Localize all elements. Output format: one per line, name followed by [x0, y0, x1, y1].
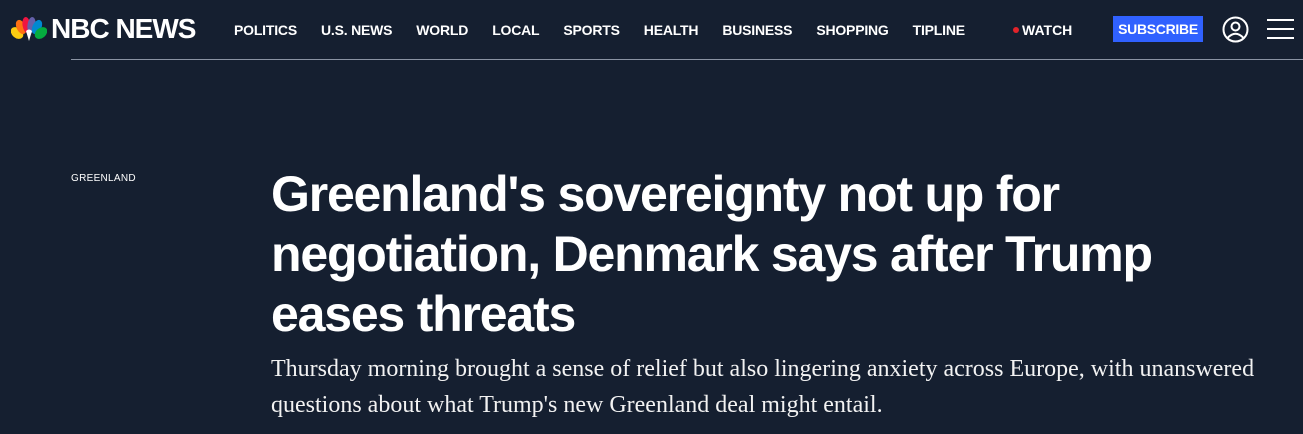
logo-text: NBC NEWS [51, 13, 196, 44]
header-divider [71, 59, 1303, 60]
subscribe-button[interactable]: SUBSCRIBE [1113, 16, 1203, 42]
nav-item-health[interactable]: HEALTH [644, 22, 699, 38]
live-dot-icon [1013, 27, 1019, 33]
section-label[interactable]: GREENLAND [71, 173, 136, 184]
nav-item-shopping[interactable]: SHOPPING [816, 22, 889, 38]
nav-item-business[interactable]: BUSINESS [722, 22, 792, 38]
main-nav: POLITICS U.S. NEWS WORLD LOCAL SPORTS HE… [234, 19, 989, 41]
watch-link[interactable]: WATCH [1013, 19, 1072, 41]
article-headline: Greenland's sovereignty not up for negot… [271, 166, 1153, 342]
nav-item-sports[interactable]: SPORTS [563, 22, 620, 38]
watch-label: WATCH [1022, 22, 1073, 38]
nav-item-local[interactable]: LOCAL [492, 22, 539, 38]
nav-item-world[interactable]: WORLD [416, 22, 468, 38]
nav-item-tipline[interactable]: TIPLINE [913, 22, 965, 38]
nbc-news-logo[interactable]: NBC NEWS [11, 12, 196, 46]
account-icon[interactable] [1222, 16, 1249, 43]
nav-item-politics[interactable]: POLITICS [234, 22, 297, 38]
article-dek: Thursday morning brought a sense of reli… [271, 356, 1255, 418]
nav-item-us-news[interactable]: U.S. NEWS [321, 22, 393, 38]
hamburger-menu-icon[interactable] [1267, 17, 1294, 41]
peacock-icon [11, 17, 47, 41]
site-header: NBC NEWS POLITICS U.S. NEWS WORLD LOCAL … [0, 0, 1303, 59]
